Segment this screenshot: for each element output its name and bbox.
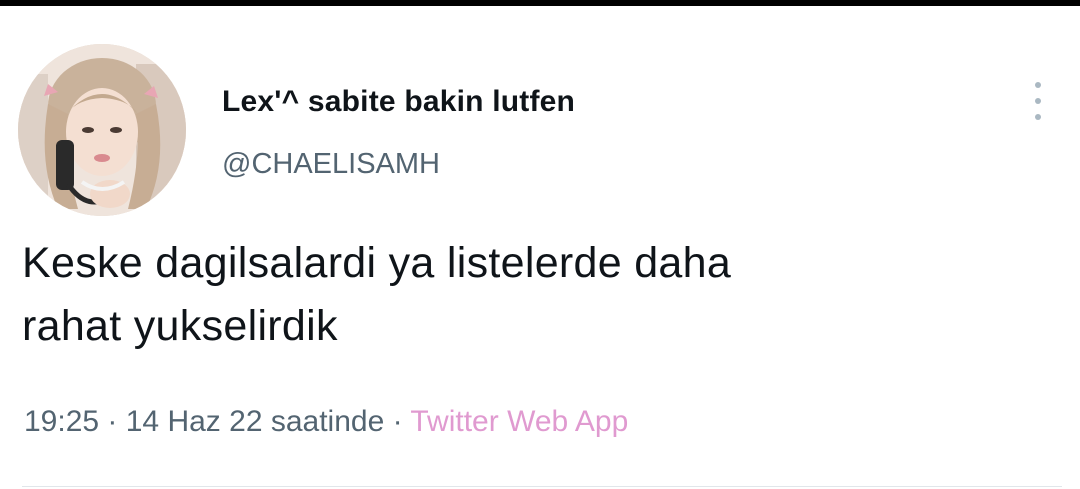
tweet-text-line: rahat yukselirdik bbox=[22, 302, 338, 350]
tweet-text: Keske dagilsalardi ya listelerde daha ra… bbox=[22, 232, 1052, 358]
tweet-text-line: Keske dagilsalardi ya listelerde daha bbox=[22, 239, 732, 287]
tweet-date[interactable]: 14 Haz 22 saatinde bbox=[126, 405, 385, 438]
divider bbox=[22, 486, 1062, 487]
more-vertical-icon[interactable] bbox=[1022, 78, 1054, 126]
author-handle[interactable]: @CHAELISAMH bbox=[222, 146, 440, 182]
meta-separator: · bbox=[99, 405, 126, 438]
tweet-source-link[interactable]: Twitter Web App bbox=[410, 405, 628, 438]
top-edge-bar bbox=[0, 0, 1080, 6]
tweet-time[interactable]: 19:25 bbox=[24, 405, 99, 438]
meta-separator: · bbox=[384, 405, 411, 438]
tweet-metadata: 19:25 · 14 Haz 22 saatinde · Twitter Web… bbox=[24, 402, 628, 442]
author-display-name[interactable]: Lex'^ sabite bakin lutfen bbox=[222, 84, 575, 120]
avatar[interactable] bbox=[18, 44, 186, 216]
